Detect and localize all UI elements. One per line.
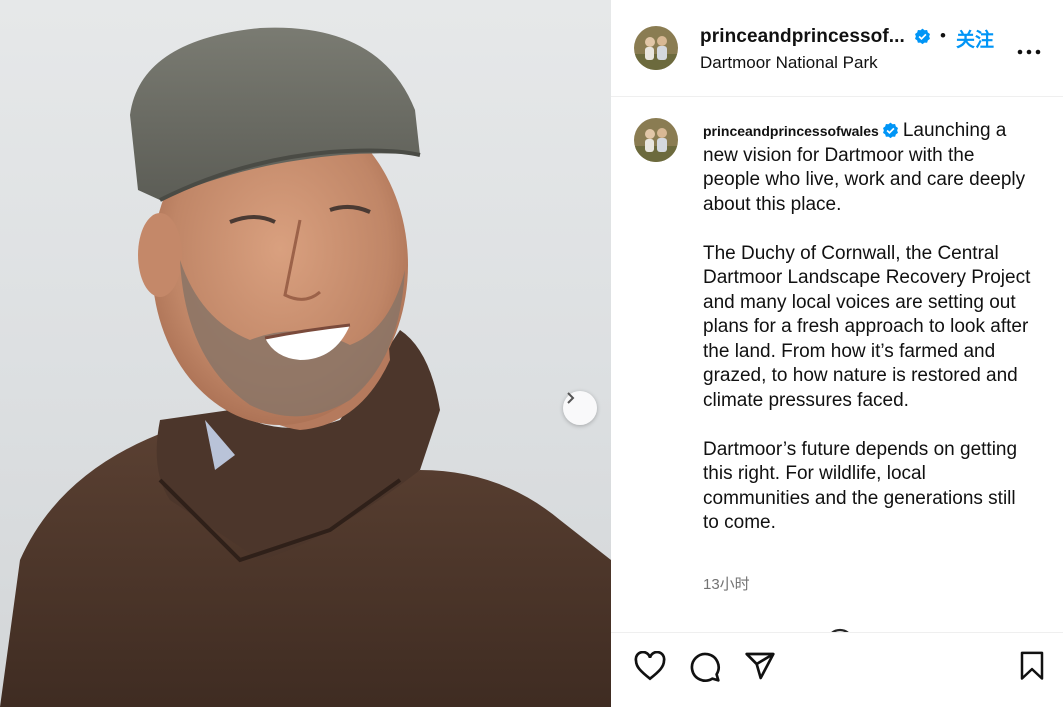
caption-paragraph: Dartmoor’s future depends on getting thi… <box>703 438 1018 534</box>
paper-plane-icon[interactable] <box>744 651 776 681</box>
ellipsis-icon <box>1017 49 1041 55</box>
avatar-image <box>634 118 678 162</box>
action-bar <box>611 632 1063 707</box>
comment-icon[interactable] <box>689 651 721 683</box>
avatar[interactable] <box>634 26 678 70</box>
caption-paragraph: The Duchy of Cornwall, the Central Dartm… <box>703 242 1031 411</box>
caption-username[interactable]: princeandprincessofwales <box>703 123 879 139</box>
portrait-image <box>0 27 611 707</box>
caption-avatar[interactable] <box>634 118 678 162</box>
caption-section: princeandprincessofwales Launching a new … <box>611 97 1063 632</box>
next-photo-button[interactable] <box>563 391 597 425</box>
post-timestamp: 13小时 <box>703 576 750 593</box>
location-link[interactable]: Dartmoor National Park <box>700 53 878 73</box>
heart-icon[interactable] <box>634 651 666 681</box>
username[interactable]: princeandprincessof... <box>700 26 905 48</box>
post-header: princeandprincessof... • 关注 Dartmoor Nat… <box>611 0 1063 97</box>
avatar-image <box>634 26 678 70</box>
follow-button[interactable]: 关注 <box>956 25 994 52</box>
caption-text: princeandprincessofwales Launching a new … <box>703 119 1033 536</box>
bookmark-icon[interactable] <box>1019 651 1045 681</box>
separator-dot: • <box>940 26 946 45</box>
verified-badge-icon <box>915 28 930 45</box>
more-options-icon[interactable] <box>1017 38 1041 58</box>
verified-badge-icon <box>882 122 898 139</box>
post-photo[interactable] <box>0 0 611 707</box>
chevron-right-icon <box>567 392 575 404</box>
post-sidebar: princeandprincessof... • 关注 Dartmoor Nat… <box>611 0 1063 707</box>
